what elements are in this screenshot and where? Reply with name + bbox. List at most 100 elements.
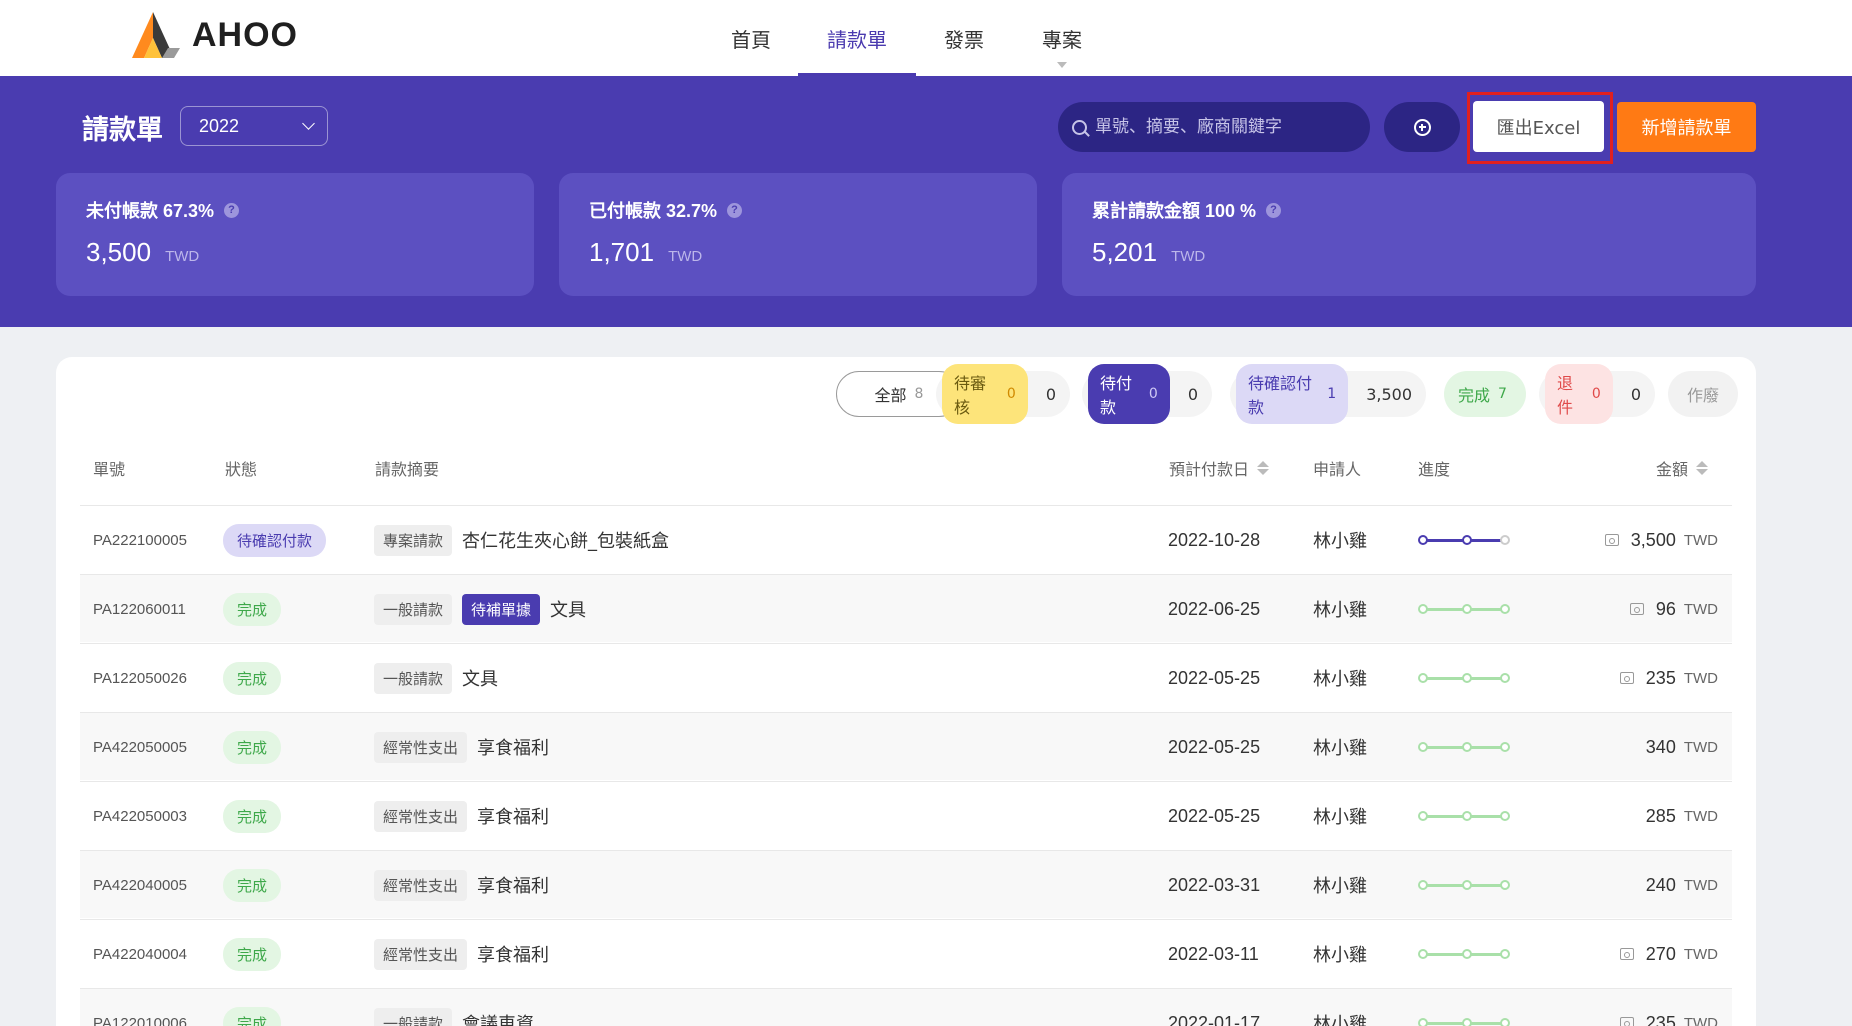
stat-label: 未付帳款 67.3% — [86, 201, 215, 221]
brand-logo[interactable]: AHOO — [124, 10, 298, 60]
filter-count: 0 — [1148, 386, 1158, 402]
progress-step-dot — [1462, 811, 1472, 821]
search-input[interactable] — [1095, 117, 1365, 137]
help-icon[interactable]: ? — [224, 202, 240, 218]
filter-amount: 0 — [1187, 384, 1198, 404]
progress-step-dot — [1418, 811, 1428, 821]
category-tag: 一般請款 — [374, 1007, 453, 1026]
stat-card-total: 累計請款金額 100 % ? 5,201 TWD — [1062, 173, 1756, 296]
progress-step-dot — [1418, 880, 1428, 890]
category-tag: 一般請款 — [374, 593, 453, 625]
filter-done[interactable]: 完成 7 — [1444, 371, 1526, 417]
table-row[interactable]: PA422050003 完成 經常性支出 享食福利 2022-05-25 林小雞… — [80, 781, 1732, 849]
table-row[interactable]: PA122060011 完成 一般請款 待補單據 文具 2022-06-25 林… — [80, 574, 1732, 642]
row-id[interactable]: PA422050005 — [93, 713, 187, 781]
status-badge: 完成 — [223, 799, 282, 833]
receipt-icon — [1619, 1017, 1634, 1026]
progress-step-dot — [1418, 535, 1428, 545]
status-badge: 完成 — [223, 730, 282, 764]
row-summary: 享食福利 — [477, 945, 550, 966]
export-excel-button[interactable]: 匯出Excel — [1473, 101, 1604, 152]
year-select-value: 2022 — [199, 115, 240, 136]
row-amount: 96 — [1655, 598, 1676, 619]
row-summary: 杏仁花生夾心餅_包裝紙盒 — [462, 531, 670, 552]
col-header-amount[interactable]: 金額 — [1656, 456, 1709, 480]
filter-to-pay[interactable]: 待付款 0 0 — [1082, 364, 1212, 424]
advanced-search-button[interactable] — [1384, 102, 1460, 152]
progress-indicator — [1418, 810, 1510, 822]
progress-step-dot — [1500, 811, 1510, 821]
progress-step-dot — [1500, 604, 1510, 614]
row-id[interactable]: PA122060011 — [93, 575, 186, 643]
progress-step-dot — [1418, 742, 1428, 752]
row-id[interactable]: PA122010006 — [93, 989, 187, 1026]
progress-indicator — [1418, 672, 1510, 684]
nav-project-label: 專案 — [1042, 29, 1082, 52]
filter-count: 8 — [914, 386, 924, 402]
filter-pending-review[interactable]: 待審核 0 0 — [936, 364, 1070, 424]
ahoo-logo-icon — [132, 12, 180, 58]
nav-invoice[interactable]: 發票 — [934, 0, 994, 76]
category-tag: 經常性支出 — [374, 869, 468, 901]
filter-returned[interactable]: 退件 0 0 — [1539, 364, 1655, 424]
receipt-icon — [1629, 603, 1644, 615]
stat-value: 5,201 — [1092, 237, 1158, 267]
table-row[interactable]: PA122010006 完成 一般請款 會議車資 2022-01-17 林小雞 … — [80, 988, 1732, 1026]
row-id[interactable]: PA422050003 — [93, 782, 187, 850]
row-amount: 3,500 — [1630, 529, 1676, 550]
filter-void[interactable]: 作廢 — [1668, 371, 1738, 417]
progress-step-dot — [1500, 535, 1510, 545]
chevron-down-icon — [302, 117, 315, 130]
row-id[interactable]: PA422040005 — [93, 851, 187, 919]
col-header-summary: 請款摘要 — [375, 460, 440, 479]
row-amount-unit: TWD — [1683, 945, 1718, 963]
table-row[interactable]: PA422040005 完成 經常性支出 享食福利 2022-03-31 林小雞… — [80, 850, 1732, 918]
row-amount: 285 — [1645, 805, 1676, 826]
row-id[interactable]: PA222100005 — [93, 506, 187, 574]
progress-step-dot — [1462, 949, 1472, 959]
row-date: 2022-05-25 — [1168, 736, 1261, 757]
progress-step-dot — [1500, 880, 1510, 890]
row-date: 2022-03-31 — [1168, 874, 1261, 895]
nav-payment-request[interactable]: 請款單 — [798, 0, 916, 76]
stat-card-paid: 已付帳款 32.7% ? 1,701 TWD — [559, 173, 1037, 296]
nav-home[interactable]: 首頁 — [722, 0, 780, 76]
row-amount: 270 — [1645, 943, 1676, 964]
receipt-icon — [1619, 672, 1634, 684]
table-row[interactable]: PA222100005 待確認付款 專案請款 杏仁花生夾心餅_包裝紙盒 2022… — [80, 505, 1732, 573]
nav-project[interactable]: 專案 — [1030, 0, 1094, 76]
filter-amount: 0 — [1630, 384, 1641, 404]
table-row[interactable]: PA122050026 完成 一般請款 文具 2022-05-25 林小雞 23… — [80, 643, 1732, 711]
row-amount-unit: TWD — [1683, 738, 1718, 756]
progress-step-dot — [1418, 673, 1428, 683]
row-id[interactable]: PA122050026 — [93, 644, 187, 712]
help-icon[interactable]: ? — [727, 202, 743, 218]
table-row[interactable]: PA422050005 完成 經常性支出 享食福利 2022-05-25 林小雞… — [80, 712, 1732, 780]
progress-step-dot — [1462, 673, 1472, 683]
filter-count: 0 — [1591, 386, 1601, 402]
help-icon[interactable]: ? — [1266, 202, 1282, 218]
search-box — [1058, 102, 1370, 152]
progress-step-dot — [1418, 1018, 1428, 1026]
col-header-date[interactable]: 預計付款日 — [1169, 456, 1270, 480]
progress-step-dot — [1462, 742, 1472, 752]
row-amount-unit: TWD — [1683, 1014, 1718, 1026]
filter-label: 待付款 — [1100, 374, 1133, 417]
filter-label: 待審核 — [954, 374, 987, 417]
year-select[interactable]: 2022 — [180, 106, 328, 146]
progress-indicator — [1418, 603, 1510, 615]
stat-label: 累計請款金額 100 % — [1092, 201, 1257, 221]
filter-awaiting-confirm[interactable]: 待確認付款 1 3,500 — [1230, 364, 1426, 424]
row-applicant: 林小雞 — [1313, 1014, 1367, 1026]
col-header-amount-label: 金額 — [1656, 460, 1689, 479]
search-icon — [1072, 119, 1087, 135]
sort-icon — [1696, 461, 1709, 475]
row-summary: 享食福利 — [477, 807, 550, 828]
row-amount-unit: TWD — [1683, 876, 1718, 894]
table-row[interactable]: PA422040004 完成 經常性支出 享食福利 2022-03-11 林小雞… — [80, 919, 1732, 987]
new-payment-request-button[interactable]: 新增請款單 — [1617, 102, 1756, 152]
progress-step-dot — [1462, 535, 1472, 545]
row-id[interactable]: PA422040004 — [93, 920, 187, 988]
progress-step-dot — [1418, 604, 1428, 614]
row-summary: 享食福利 — [477, 876, 550, 897]
